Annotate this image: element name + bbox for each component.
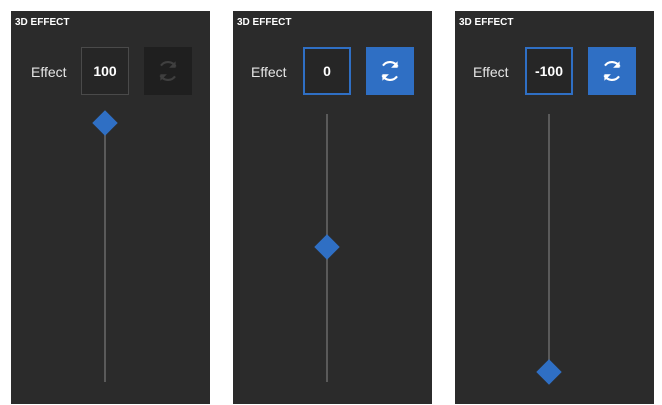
effect-panel-1: 3D EFFECT Effect 100 <box>11 11 210 404</box>
effect-value-input[interactable]: 100 <box>81 47 129 95</box>
effect-panel-3: 3D EFFECT Effect -100 <box>455 11 654 404</box>
panel-title: 3D EFFECT <box>237 17 292 28</box>
effect-label: Effect <box>251 64 287 80</box>
panel-title: 3D EFFECT <box>459 17 514 28</box>
effect-slider-track[interactable] <box>104 123 106 382</box>
refresh-icon <box>159 61 177 81</box>
reset-button[interactable] <box>366 47 414 95</box>
effect-slider-thumb[interactable] <box>92 110 118 136</box>
effect-panel-2: 3D EFFECT Effect 0 <box>233 11 432 404</box>
refresh-icon <box>381 61 399 81</box>
effect-label: Effect <box>31 64 67 80</box>
effect-slider-track[interactable] <box>548 114 550 372</box>
effect-value-input[interactable]: -100 <box>525 47 573 95</box>
effect-slider-thumb[interactable] <box>314 234 340 260</box>
refresh-icon <box>603 61 621 81</box>
panel-title: 3D EFFECT <box>15 17 70 28</box>
reset-button[interactable] <box>144 47 192 95</box>
effect-value-input[interactable]: 0 <box>303 47 351 95</box>
effect-slider-thumb[interactable] <box>536 359 562 385</box>
effect-label: Effect <box>473 64 509 80</box>
reset-button[interactable] <box>588 47 636 95</box>
